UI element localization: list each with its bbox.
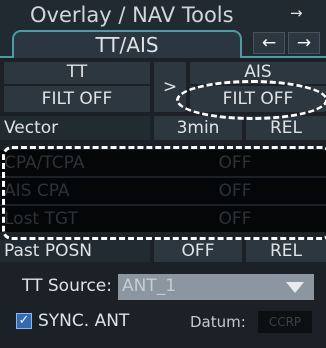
tt-source-select[interactable]: ANT_1 (118, 274, 314, 300)
past-posn-button[interactable]: OFF (154, 240, 242, 262)
next-arrow-icon[interactable]: → (288, 32, 320, 54)
highlight-oval (176, 80, 326, 120)
menu-arrow-icon[interactable]: → (290, 4, 303, 22)
past-posn-label: Past POSN (0, 240, 150, 262)
vector-label: Vector (0, 116, 150, 140)
tab-tt-ais[interactable]: TT/AIS (12, 30, 242, 58)
sync-ant-label: SYNC. ANT (38, 311, 130, 331)
prev-arrow-icon[interactable]: ← (253, 32, 285, 54)
tt-filter-button[interactable]: FILT OFF (4, 86, 150, 112)
dropdown-caret-icon (286, 282, 304, 293)
tt-source-label: TT Source: (22, 276, 112, 296)
tt-label: TT (4, 62, 150, 84)
tt-source-value: ANT_1 (122, 276, 177, 296)
highlight-dashed-box (2, 146, 326, 240)
vector-time-button[interactable]: 3min (154, 116, 242, 140)
panel-header: Overlay / NAV Tools → (0, 0, 326, 30)
datum-label: Datum: (190, 313, 246, 331)
datum-value: CCRP (258, 311, 312, 333)
sync-ant-checkbox[interactable]: ✓ (16, 313, 32, 329)
panel-title: Overlay / NAV Tools (30, 3, 234, 27)
past-posn-mode-button[interactable]: REL (246, 240, 326, 262)
overlay-nav-tools-panel: Overlay / NAV Tools → TT/AIS ← → TT FILT… (0, 0, 326, 348)
tab-label: TT/AIS (95, 33, 159, 57)
